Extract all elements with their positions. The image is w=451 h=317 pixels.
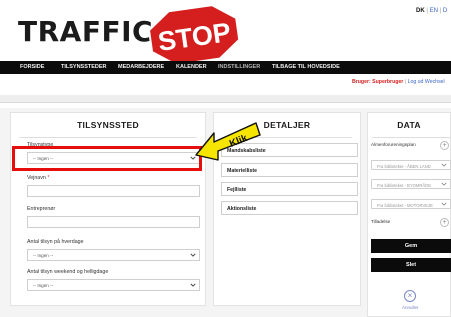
chevron-down-icon: [441, 202, 447, 206]
almenforureningsplan-label: Almenforureningsplan: [371, 142, 416, 147]
language-switcher: DK | EN | D: [416, 8, 447, 14]
nav-tilsynssteder[interactable]: TILSYNSSTEDER: [61, 61, 107, 74]
lang-sep: |: [426, 8, 428, 14]
vejnavn-input[interactable]: [27, 185, 200, 197]
fejlliste-label: Fejlliste: [227, 187, 247, 193]
chevron-down-icon: [190, 283, 196, 287]
chevron-down-icon: [190, 253, 196, 257]
nav-tilbage-hovedside[interactable]: TILBAGE TIL HOVEDSIDE: [272, 61, 340, 74]
user-name: Bruger: Superbruger: [352, 79, 404, 85]
tilsynssted-title: TILSYNSSTED: [77, 120, 139, 130]
plan-select-aaben-land[interactable]: Fra biblioteket - ÅBEN LAND: [371, 160, 451, 170]
highlight-frame: [12, 146, 202, 171]
lang-en[interactable]: EN: [430, 8, 438, 14]
entreprenor-label: Entreprenør: [27, 206, 56, 212]
materielliste-button[interactable]: Materielliste: [221, 163, 358, 177]
chevron-down-icon: [441, 163, 447, 167]
data-title: DATA: [397, 120, 421, 130]
plan-select-value: Fra biblioteket - BYOMRÅDE: [377, 182, 431, 188]
add-tilladelse-icon[interactable]: +: [440, 218, 449, 227]
antal-weekend-label: Antal tilsyn weekend og helligdage: [27, 269, 109, 275]
lang-de[interactable]: D: [443, 8, 447, 14]
plan-select-value: Fra biblioteket - ÅBEN LAND: [377, 163, 431, 169]
chevron-down-icon: [441, 182, 447, 186]
antal-hverdage-select[interactable]: -- Ingen --: [27, 249, 200, 261]
plan-select-motorveje[interactable]: Fra biblioteket - MOTORVEJE: [371, 199, 451, 209]
tilladelse-label: Tilladelse: [371, 219, 391, 224]
cancel-icon[interactable]: ×: [404, 290, 416, 302]
fejlliste-button[interactable]: Fejlliste: [221, 182, 358, 196]
plan-select-value: Fra biblioteket - MOTORVEJE: [377, 202, 433, 208]
vejnavn-label: Vejnavn *: [27, 175, 49, 181]
wechsel-link[interactable]: Wechsel: [425, 79, 445, 85]
required-mark: *: [47, 175, 50, 181]
gem-button[interactable]: Gem: [371, 239, 451, 253]
aktionsliste-label: Aktionsliste: [227, 206, 257, 212]
entreprenor-input[interactable]: [27, 216, 200, 228]
nav-forside[interactable]: FORSIDE: [20, 61, 44, 74]
aktionsliste-button[interactable]: Aktionsliste: [221, 201, 358, 215]
divider: [372, 137, 450, 138]
lang-sep: |: [439, 8, 442, 14]
plan-select-byomraade[interactable]: Fra biblioteket - BYOMRÅDE: [371, 179, 451, 189]
slet-button[interactable]: Slet: [371, 258, 451, 272]
antal-weekend-value: -- Ingen --: [33, 283, 54, 288]
vejnavn-label-text: Vejnavn: [27, 175, 46, 181]
divider: [19, 137, 197, 138]
divider-stripe: [0, 95, 451, 103]
nav-medarbejdere[interactable]: MEDARBEJDERE: [118, 61, 164, 74]
antal-weekend-select[interactable]: -- Ingen --: [27, 279, 200, 291]
main-navbar: FORSIDE TILSYNSSTEDER MEDARBEJDERE KALEN…: [0, 61, 451, 74]
nav-kalender[interactable]: KALENDER: [176, 61, 207, 74]
user-bar: Bruger: Superbruger | Log ud Wechsel: [352, 79, 445, 85]
materielliste-label: Materielliste: [227, 168, 257, 174]
add-plan-icon[interactable]: +: [440, 141, 449, 150]
nav-indstillinger[interactable]: INDSTILLINGER: [218, 61, 260, 74]
antal-hverdage-label: Antal tilsyn på hverdage: [27, 239, 84, 245]
stop-sign-logo: STOP: [148, 6, 240, 62]
klik-arrow-annotation: Klik: [195, 122, 261, 161]
antal-hverdage-value: -- Ingen --: [33, 253, 54, 258]
logout-link[interactable]: Log ud: [408, 79, 424, 85]
lang-dk[interactable]: DK: [416, 8, 425, 14]
annuller-label[interactable]: Annuller: [402, 305, 419, 310]
user-sep: |: [404, 79, 407, 85]
